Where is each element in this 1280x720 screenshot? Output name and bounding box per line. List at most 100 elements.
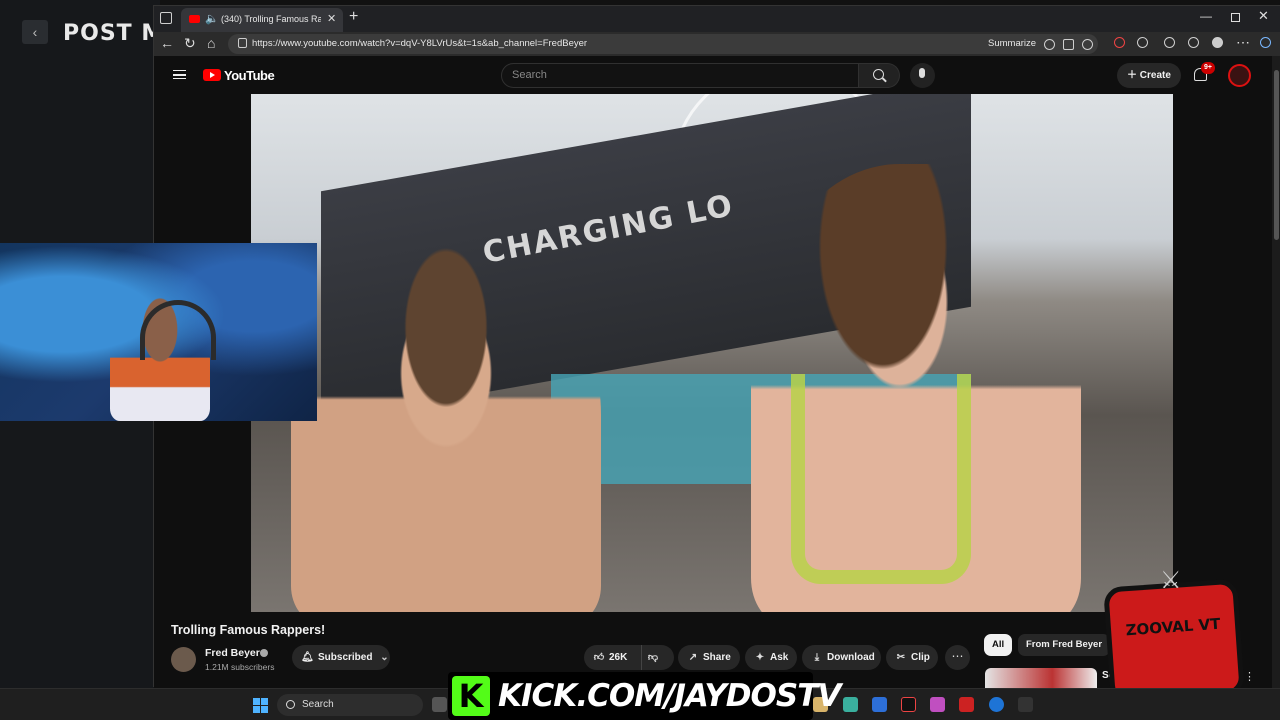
share-button[interactable]: ↗ Share xyxy=(678,645,740,670)
star-icon[interactable] xyxy=(1082,39,1093,50)
tiktok-icon[interactable] xyxy=(901,697,916,712)
zoom-icon[interactable] xyxy=(872,697,887,712)
streamer-logo-text: ZOOVAL VT xyxy=(1125,614,1221,640)
channel-avatar[interactable] xyxy=(171,647,196,672)
tab-close-icon[interactable]: ✕ xyxy=(327,12,336,25)
url-text[interactable]: https://www.youtube.com/watch?v=dqV-Y8LV… xyxy=(252,38,587,49)
create-label: Create xyxy=(1139,70,1171,81)
hamburger-menu-icon[interactable] xyxy=(173,70,186,79)
summarize-button[interactable]: Summarize xyxy=(988,38,1036,49)
refresh-extension-icon[interactable] xyxy=(1137,37,1148,48)
crossed-swords-icon: ⚔ xyxy=(1160,567,1182,594)
youtube-favicon-icon xyxy=(189,15,200,23)
microphone-icon xyxy=(919,68,925,78)
new-tab-button[interactable]: + xyxy=(349,8,358,26)
download-icon: ⤓ xyxy=(814,652,820,663)
search-input[interactable] xyxy=(512,69,842,81)
sidebar-toggle-icon[interactable] xyxy=(160,12,172,24)
back-arrow-icon[interactable]: ← xyxy=(160,35,174,51)
reader-icon[interactable] xyxy=(1044,39,1055,50)
app-icon-2[interactable] xyxy=(843,697,858,712)
taskbar-search-label: Search xyxy=(302,699,334,710)
like-count: 26K xyxy=(609,652,628,663)
account-avatar[interactable] xyxy=(1228,64,1251,87)
sparkle-icon: ✦ xyxy=(755,652,765,663)
url-field[interactable]: https://www.youtube.com/watch?v=dqV-Y8LV… xyxy=(228,34,1098,54)
maximize-button[interactable] xyxy=(1231,13,1240,22)
ask-button[interactable]: ✦ Ask xyxy=(745,645,797,670)
tab-bar: 🔈 (340) Trolling Famous Rapp... ✕ + — ✕ xyxy=(154,6,1280,32)
subscribed-button[interactable]: 🔔︎ Subscribed ⌄ xyxy=(292,645,390,670)
windows-start-icon[interactable] xyxy=(253,698,268,713)
download-label: Download xyxy=(827,652,875,663)
more-actions-button[interactable]: ⋯ xyxy=(945,645,970,670)
chip-all[interactable]: All xyxy=(984,634,1013,656)
video-player[interactable]: CHARGING LO xyxy=(251,94,1173,612)
copilot-icon[interactable] xyxy=(1260,37,1271,48)
taskbar-search[interactable]: Search xyxy=(277,694,423,716)
extension-icon[interactable] xyxy=(1114,37,1125,48)
extensions-icon[interactable] xyxy=(1164,37,1175,48)
favorites-icon[interactable] xyxy=(1188,37,1199,48)
headset xyxy=(140,300,216,360)
create-button[interactable]: ＋ Create xyxy=(1117,63,1181,88)
thumbs-down-icon[interactable]: 👎︎ xyxy=(646,645,660,670)
verified-icon xyxy=(260,649,268,657)
apps-icon[interactable] xyxy=(1063,39,1074,50)
download-button[interactable]: ⤓ Download xyxy=(802,645,881,670)
settings-more-icon[interactable]: ⋯ xyxy=(1236,34,1250,51)
search-icon xyxy=(873,69,884,80)
profile-icon[interactable] xyxy=(1212,37,1223,48)
channel-name[interactable]: Fred Beyer xyxy=(205,647,260,659)
app-icon-3[interactable] xyxy=(930,697,945,712)
page-scrollbar[interactable] xyxy=(1272,56,1280,688)
recommended-video-thumbnail[interactable] xyxy=(985,668,1097,688)
close-window-button[interactable]: ✕ xyxy=(1258,8,1269,24)
share-label: Share xyxy=(703,652,731,663)
tab-youtube[interactable]: 🔈 (340) Trolling Famous Rapp... ✕ xyxy=(181,8,343,32)
recommended-more-icon[interactable]: ⋮ xyxy=(1244,670,1255,683)
share-icon: ↗ xyxy=(688,652,698,663)
clip-button[interactable]: ✂ Clip xyxy=(886,645,938,670)
chevron-down-icon: ⌄ xyxy=(380,652,389,663)
reload-icon[interactable]: ↻ xyxy=(184,35,196,52)
search-button[interactable] xyxy=(859,63,900,88)
search-icon xyxy=(286,700,295,709)
app-icon-5[interactable] xyxy=(1018,697,1033,712)
thumbs-up-icon: 👍︎ xyxy=(593,652,605,663)
like-button[interactable]: 👍︎ 26K 👎︎ xyxy=(584,645,674,670)
minimize-button[interactable]: — xyxy=(1200,9,1212,23)
person-left xyxy=(291,244,601,612)
back-button[interactable]: ‹ xyxy=(22,20,48,44)
task-view-icon[interactable] xyxy=(432,697,447,712)
bell-icon: 🔔︎ xyxy=(301,652,314,663)
vest xyxy=(791,374,971,584)
youtube-header: YouTube ＋ Create 9+ xyxy=(154,56,1272,94)
app-icon-4[interactable] xyxy=(959,697,974,712)
voice-search-button[interactable] xyxy=(910,63,935,88)
browser-window: 🔈 (340) Trolling Famous Rapp... ✕ + — ✕ … xyxy=(153,5,1280,688)
youtube-logo-text[interactable]: YouTube xyxy=(224,68,275,83)
youtube-logo-icon[interactable] xyxy=(203,69,221,81)
lock-icon[interactable] xyxy=(238,38,247,48)
clip-label: Clip xyxy=(911,652,930,663)
scrollbar-thumb[interactable] xyxy=(1274,70,1279,240)
subscribed-label: Subscribed xyxy=(318,652,373,663)
notification-badge: 9+ xyxy=(1201,62,1215,74)
chip-from-fred-beyer[interactable]: From Fred Beyer xyxy=(1018,634,1111,656)
scissors-icon: ✂ xyxy=(896,652,906,663)
video-title: Trolling Famous Rappers! xyxy=(171,623,326,637)
search-box xyxy=(501,63,859,88)
address-bar: ← ↻ ⌂ https://www.youtube.com/watch?v=dq… xyxy=(154,32,1280,56)
kick-logo-icon: K xyxy=(452,676,490,716)
home-icon[interactable]: ⌂ xyxy=(207,35,215,51)
kick-banner: K KICK.COM/JAYDOSTV xyxy=(448,672,841,720)
streamer-webcam xyxy=(0,243,317,421)
ask-label: Ask xyxy=(770,652,789,663)
kick-url-text: KICK.COM/JAYDOSTV xyxy=(498,678,841,714)
like-divider xyxy=(641,645,642,670)
streamer-logo-badge: ZOOVAL VT xyxy=(1103,578,1245,704)
edge-icon[interactable] xyxy=(989,697,1004,712)
speaker-icon[interactable]: 🔈 xyxy=(205,12,219,25)
tab-title: (340) Trolling Famous Rapp... xyxy=(221,14,321,24)
